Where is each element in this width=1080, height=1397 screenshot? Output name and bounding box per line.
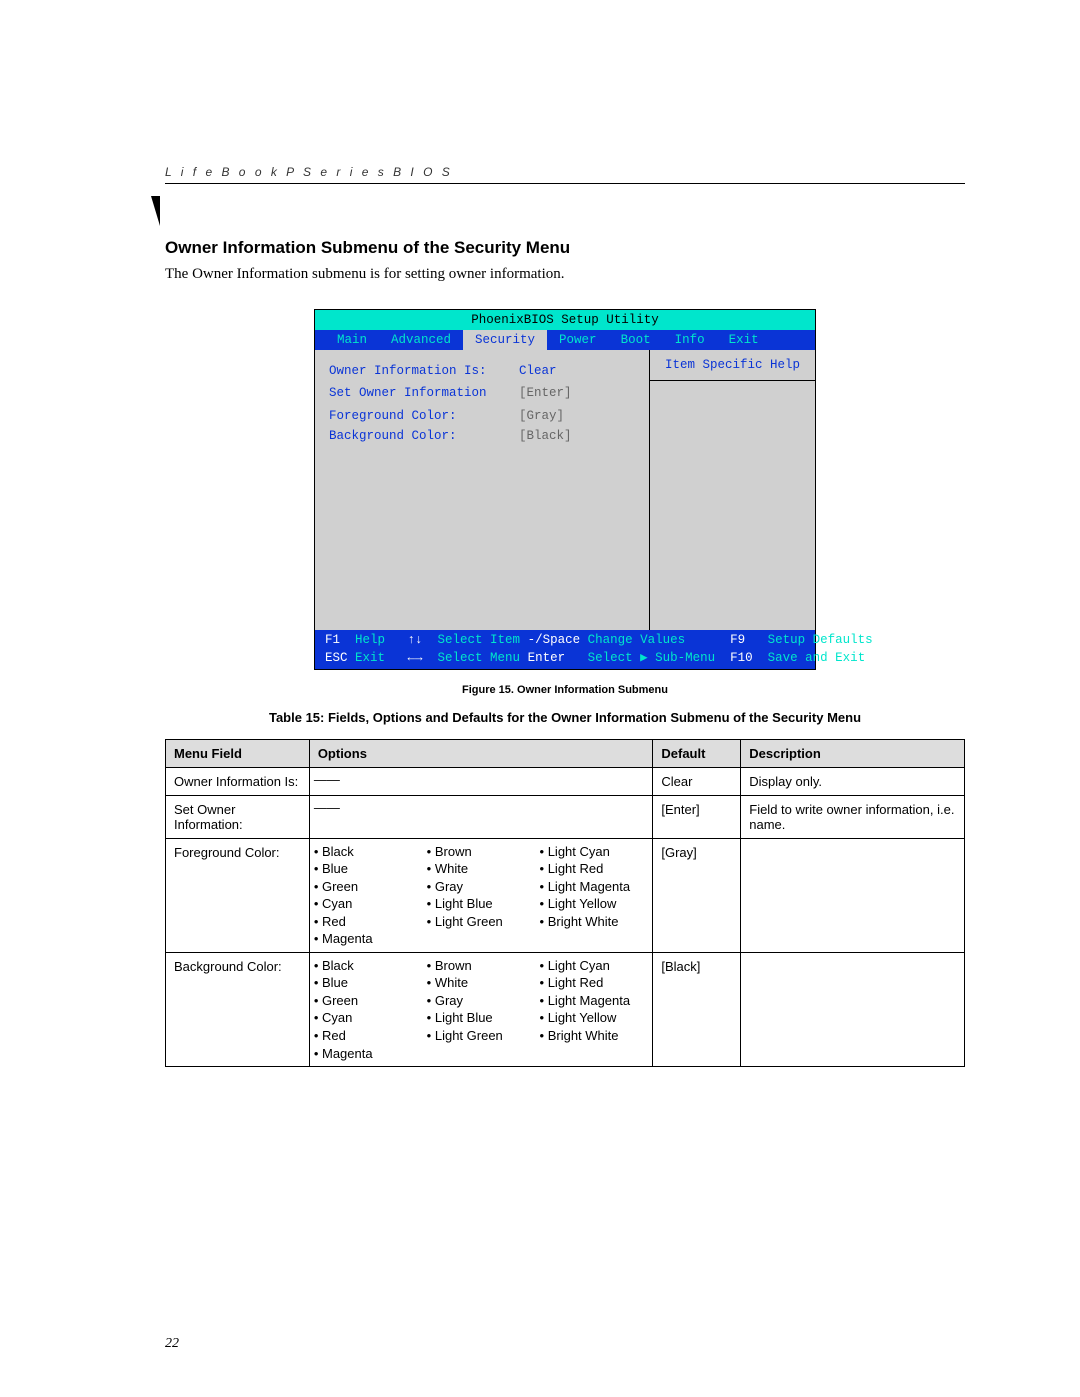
- bios-fields: Owner Information Is:ClearSet Owner Info…: [315, 350, 650, 630]
- bios-tab: Exit: [717, 330, 771, 350]
- color-option: Black: [314, 957, 423, 975]
- table-header-cell: Description: [741, 739, 965, 767]
- color-option: Brown: [427, 843, 536, 861]
- table-row: Owner Information Is:——ClearDisplay only…: [166, 767, 965, 795]
- bios-tab: Main: [325, 330, 379, 350]
- color-option: Green: [314, 878, 423, 896]
- bios-field-row: Foreground Color:[Gray]: [329, 407, 639, 425]
- bios-field-row: Set Owner Information[Enter]: [329, 384, 639, 402]
- color-option: White: [427, 974, 536, 992]
- color-option: Magenta: [314, 930, 423, 948]
- description-cell: Display only.: [741, 767, 965, 795]
- color-option: Light Red: [540, 974, 649, 992]
- default-cell: [Gray]: [653, 838, 741, 952]
- bios-field-label: Background Color:: [329, 427, 519, 445]
- color-option: Red: [314, 913, 423, 931]
- bios-field-label: Owner Information Is:: [329, 362, 519, 380]
- color-option: Green: [314, 992, 423, 1010]
- color-option: Light Green: [427, 1027, 536, 1045]
- color-option: Light Blue: [427, 1009, 536, 1027]
- color-option: Light Green: [427, 913, 536, 931]
- bios-help-pane: Item Specific Help: [650, 350, 815, 630]
- color-option: Magenta: [314, 1045, 423, 1063]
- bios-field-row: Owner Information Is:Clear: [329, 362, 639, 380]
- bios-tab: Info: [663, 330, 717, 350]
- color-option: Light Red: [540, 860, 649, 878]
- color-option: Light Blue: [427, 895, 536, 913]
- menu-field-cell: Owner Information Is:: [166, 767, 310, 795]
- bios-tab: Boot: [609, 330, 663, 350]
- bios-panel: PhoenixBIOS Setup Utility MainAdvancedSe…: [314, 309, 816, 670]
- color-option: Gray: [427, 992, 536, 1010]
- table-header-cell: Default: [653, 739, 741, 767]
- bios-title: PhoenixBIOS Setup Utility: [315, 310, 815, 330]
- color-option: Light Cyan: [540, 957, 649, 975]
- document-page: L i f e B o o k P S e r i e s B I O S Ow…: [0, 0, 1080, 1397]
- bios-menu-bar: MainAdvancedSecurityPowerBootInfoExit: [315, 330, 815, 350]
- bios-screenshot: PhoenixBIOS Setup Utility MainAdvancedSe…: [165, 309, 965, 670]
- bios-help-title: Item Specific Help: [650, 350, 815, 381]
- default-cell: [Black]: [653, 952, 741, 1066]
- color-option: Gray: [427, 878, 536, 896]
- table-header-cell: Menu Field: [166, 739, 310, 767]
- color-option: Bright White: [540, 1027, 649, 1045]
- bios-field-value: Clear: [519, 362, 557, 380]
- bios-tab: Security: [463, 330, 547, 350]
- color-option: Cyan: [314, 895, 423, 913]
- color-option: Blue: [314, 860, 423, 878]
- bios-tab: Advanced: [379, 330, 463, 350]
- bios-tab: Power: [547, 330, 609, 350]
- color-option: White: [427, 860, 536, 878]
- bios-field-label: Set Owner Information: [329, 384, 519, 402]
- bios-field-value: [Enter]: [519, 384, 572, 402]
- options-cell: BlackBlueGreenCyanRedMagenta BrownWhiteGr…: [309, 838, 653, 952]
- color-option: Light Cyan: [540, 843, 649, 861]
- table-header-cell: Options: [309, 739, 653, 767]
- bios-field-value: [Gray]: [519, 407, 564, 425]
- menu-field-cell: Foreground Color:: [166, 838, 310, 952]
- table-header-row: Menu FieldOptionsDefaultDescription: [166, 739, 965, 767]
- options-cell: BlackBlueGreenCyanRedMagenta BrownWhiteGr…: [309, 952, 653, 1066]
- bios-field-row: Background Color:[Black]: [329, 427, 639, 445]
- menu-field-cell: Background Color:: [166, 952, 310, 1066]
- table-row: Foreground Color:BlackBlueGreenCyanRedMa…: [166, 838, 965, 952]
- options-table: Menu FieldOptionsDefaultDescription Owne…: [165, 739, 965, 1068]
- default-cell: Clear: [653, 767, 741, 795]
- running-header: L i f e B o o k P S e r i e s B I O S: [165, 165, 965, 179]
- header-triangle-icon: [151, 196, 160, 226]
- default-cell: [Enter]: [653, 795, 741, 838]
- color-option: Light Yellow: [540, 1009, 649, 1027]
- bios-body: Owner Information Is:ClearSet Owner Info…: [315, 350, 815, 630]
- color-option: Light Magenta: [540, 992, 649, 1010]
- color-option: Bright White: [540, 913, 649, 931]
- menu-field-cell: Set Owner Information:: [166, 795, 310, 838]
- header-rule: [165, 183, 965, 184]
- section-title: Owner Information Submenu of the Securit…: [165, 238, 965, 258]
- description-cell: [741, 952, 965, 1066]
- bios-field-label: Foreground Color:: [329, 407, 519, 425]
- options-cell: ——: [309, 795, 653, 838]
- bios-footer-row: ESC Exit ←→ Select Menu Enter Select ▶ S…: [325, 649, 805, 667]
- bios-footer: F1 Help ↑↓ Select Item -/Space Change Va…: [315, 630, 815, 668]
- figure-caption: Figure 15. Owner Information Submenu: [165, 684, 965, 696]
- color-option: Brown: [427, 957, 536, 975]
- table-caption: Table 15: Fields, Options and Defaults f…: [165, 710, 965, 725]
- section-intro: The Owner Information submenu is for set…: [165, 266, 965, 283]
- description-cell: Field to write owner information, i.e. n…: [741, 795, 965, 838]
- table-row: Set Owner Information:——[Enter]Field to …: [166, 795, 965, 838]
- color-option: Cyan: [314, 1009, 423, 1027]
- color-option: Black: [314, 843, 423, 861]
- color-option: Light Yellow: [540, 895, 649, 913]
- color-option: Blue: [314, 974, 423, 992]
- color-option: Red: [314, 1027, 423, 1045]
- description-cell: [741, 838, 965, 952]
- bios-field-value: [Black]: [519, 427, 572, 445]
- options-cell: ——: [309, 767, 653, 795]
- bios-footer-row: F1 Help ↑↓ Select Item -/Space Change Va…: [325, 631, 805, 649]
- color-option: Light Magenta: [540, 878, 649, 896]
- table-row: Background Color:BlackBlueGreenCyanRedMa…: [166, 952, 965, 1066]
- page-number: 22: [165, 1336, 179, 1352]
